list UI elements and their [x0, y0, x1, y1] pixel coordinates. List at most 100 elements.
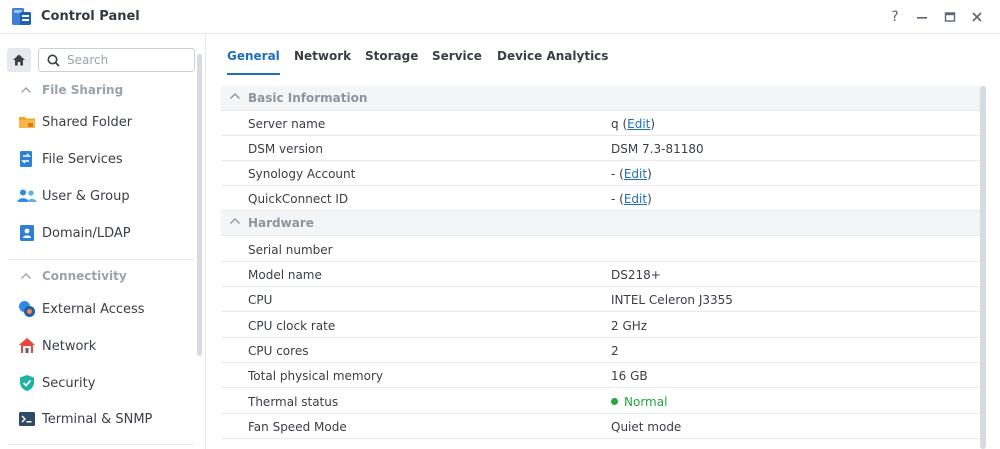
info-row-serial-number: Serial number	[221, 237, 986, 262]
quickconnect-id-value: -	[611, 192, 616, 206]
info-label: CPU cores	[248, 344, 309, 358]
synology-account-value: -	[611, 167, 616, 181]
tab-storage[interactable]: Storage	[365, 49, 418, 75]
tab-service[interactable]: Service	[432, 49, 482, 75]
section-title: Basic Information	[248, 91, 368, 105]
group-header-connectivity[interactable]: Connectivity	[0, 264, 196, 288]
close-icon	[972, 12, 982, 22]
section-title: Hardware	[248, 216, 314, 230]
info-value: - (Edit)	[611, 167, 652, 181]
info-label: Thermal status	[248, 395, 339, 409]
chevron-up-icon	[230, 218, 240, 224]
user-group-icon	[17, 186, 37, 206]
info-value: 2 GHz	[611, 319, 648, 333]
chevron-up-icon	[21, 273, 31, 279]
info-row-cpu: CPU INTEL Celeron J3355	[221, 287, 986, 312]
home-icon	[13, 54, 25, 66]
edit-server-name-link[interactable]: Edit	[627, 117, 650, 131]
sidebar-divider	[8, 444, 194, 445]
tab-network[interactable]: Network	[294, 49, 351, 75]
minimize-button[interactable]	[913, 8, 931, 26]
info-label: Synology Account	[248, 167, 356, 181]
external-access-icon	[17, 299, 37, 319]
info-value: DS218+	[611, 268, 661, 282]
info-row-thermal-status: Thermal status Normal	[221, 389, 986, 414]
domain-ldap-icon	[17, 223, 37, 243]
info-label: QuickConnect ID	[248, 192, 349, 206]
sidebar-item-label: External Access	[42, 301, 145, 317]
status-ok-dot-icon	[611, 398, 618, 405]
info-row-dsm-version: DSM version DSM 7.3-81180	[221, 136, 986, 161]
info-label: Fan Speed Mode	[248, 420, 347, 434]
sidebar-item-terminal-snmp[interactable]: Terminal & SNMP	[0, 402, 196, 436]
title-bar: Control Panel ?	[0, 0, 1000, 34]
server-name-value: q	[611, 117, 619, 131]
sidebar-item-security[interactable]: Security	[0, 366, 196, 400]
sidebar: File Sharing Shared Folder File Services…	[0, 34, 206, 449]
info-row-total-physical-memory: Total physical memory 16 GB	[221, 363, 986, 388]
chevron-up-icon	[230, 93, 240, 99]
sidebar-item-label: Domain/LDAP	[42, 225, 131, 241]
general-info-panel: Basic Information Server name q (Edit) D…	[221, 86, 988, 449]
info-label: Total physical memory	[248, 369, 383, 383]
control-panel-app-icon	[12, 8, 31, 25]
sidebar-item-external-access[interactable]: External Access	[0, 292, 196, 326]
section-header-basic-information[interactable]: Basic Information	[221, 86, 986, 111]
group-title: File Sharing	[42, 83, 124, 97]
info-row-fan-speed-mode: Fan Speed Mode Quiet mode	[221, 414, 986, 439]
group-header-file-sharing[interactable]: File Sharing	[0, 78, 196, 102]
sidebar-item-shared-folder[interactable]: Shared Folder	[0, 105, 196, 139]
sidebar-item-label: Shared Folder	[42, 114, 133, 130]
edit-quickconnect-id-link[interactable]: Edit	[624, 192, 647, 206]
close-button[interactable]	[968, 8, 986, 26]
sidebar-scrollbar[interactable]	[197, 54, 202, 356]
info-label: Model name	[248, 268, 322, 282]
sidebar-item-label: User & Group	[42, 188, 130, 204]
sidebar-item-user-group[interactable]: User & Group	[0, 179, 196, 213]
tab-device-analytics[interactable]: Device Analytics	[497, 49, 608, 75]
section-header-hardware[interactable]: Hardware	[221, 211, 986, 236]
maximize-button[interactable]	[941, 8, 959, 26]
info-row-quickconnect-id: QuickConnect ID - (Edit)	[221, 186, 986, 211]
info-value: Normal	[611, 395, 667, 409]
group-title: Connectivity	[42, 269, 127, 283]
shield-check-icon	[17, 373, 37, 393]
thermal-status-value: Normal	[624, 395, 668, 409]
tab-bar: General Network Storage Service Device A…	[207, 34, 1000, 78]
help-button[interactable]: ?	[886, 8, 904, 26]
info-row-model-name: Model name DS218+	[221, 262, 986, 287]
window-title: Control Panel	[41, 9, 140, 24]
network-house-icon	[17, 336, 37, 356]
info-value: 16 GB	[611, 369, 648, 383]
info-row-server-name: Server name q (Edit)	[221, 111, 986, 136]
sidebar-item-domain-ldap[interactable]: Domain/LDAP	[0, 216, 196, 250]
sidebar-item-label: File Services	[42, 151, 123, 167]
info-label: CPU	[248, 293, 273, 307]
content-scrollbar[interactable]	[980, 86, 986, 449]
info-label: DSM version	[248, 142, 323, 156]
info-label: Serial number	[248, 243, 333, 257]
maximize-icon	[944, 12, 956, 22]
sidebar-item-file-services[interactable]: File Services	[0, 142, 196, 176]
file-services-icon	[17, 149, 37, 169]
home-button[interactable]	[7, 48, 31, 72]
sidebar-item-label: Terminal & SNMP	[42, 411, 153, 427]
edit-synology-account-link[interactable]: Edit	[624, 167, 647, 181]
info-value: q (Edit)	[611, 117, 656, 131]
sidebar-item-label: Network	[42, 338, 97, 354]
info-label: Server name	[248, 117, 326, 131]
search-box[interactable]	[38, 48, 195, 72]
info-row-cpu-clock-rate: CPU clock rate 2 GHz	[221, 313, 986, 338]
info-value: INTEL Celeron J3355	[611, 293, 733, 307]
sidebar-item-label: Security	[42, 375, 96, 391]
search-icon	[47, 54, 60, 67]
tab-general[interactable]: General	[227, 49, 280, 75]
info-value: - (Edit)	[611, 192, 652, 206]
info-value: 2	[611, 344, 619, 358]
search-input[interactable]	[67, 52, 187, 68]
sidebar-item-network[interactable]: Network	[0, 329, 196, 363]
folder-icon	[17, 112, 37, 132]
info-row-synology-account: Synology Account - (Edit)	[221, 161, 986, 186]
info-label: CPU clock rate	[248, 319, 336, 333]
info-value: Quiet mode	[611, 420, 682, 434]
